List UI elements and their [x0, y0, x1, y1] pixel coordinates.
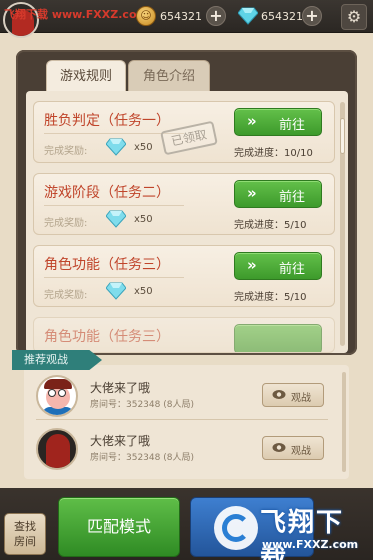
logo-url: www.FXXZ.com [262, 538, 359, 551]
diamond-reward-icon [106, 282, 126, 300]
diamond-reward-icon [106, 138, 126, 156]
find-room-label-2: 房间 [14, 535, 36, 548]
coin-balance: 654321 [160, 10, 202, 23]
task-title: 角色功能（任务三） [44, 257, 170, 273]
double-chevron-icon: » [247, 184, 257, 202]
watch-button[interactable]: 观战 [262, 436, 324, 460]
spectate-row: 大佬来了哦 房间号：352348 (8人局) 观战 [30, 373, 332, 423]
double-chevron-icon: » [247, 256, 257, 274]
match-mode-button[interactable]: 匹配模式 [58, 497, 180, 557]
avatar [36, 375, 78, 417]
go-label: 前往 [279, 118, 306, 133]
task-card: 胜负判定（任务一） 完成奖励: x50 已领取 » 前往 完成进度：10/10 [33, 101, 335, 163]
player-name: 大佬来了哦 [90, 381, 151, 395]
divider [44, 277, 184, 278]
go-button[interactable]: » 前往 [234, 108, 322, 136]
task-title: 胜负判定（任务一） [44, 113, 170, 129]
watermark-text: 飞翔下载 www.FXXZ.com [4, 8, 148, 21]
divider [44, 205, 184, 206]
diamond-balance: 654321 [261, 10, 303, 23]
task-title: 角色功能（任务三） [44, 329, 170, 345]
go-label: 前往 [279, 190, 306, 205]
recommend-scrollbar[interactable] [342, 372, 346, 472]
reward-count: x50 [134, 286, 153, 297]
task-card: 角色功能（任务三） [33, 317, 335, 353]
double-chevron-icon: » [247, 112, 257, 130]
task-title: 游戏阶段（任务二） [44, 185, 170, 201]
add-coins-button[interactable]: + [206, 6, 226, 26]
diamond-reward-icon [106, 210, 126, 228]
reward-label: 完成奖励: [44, 146, 88, 157]
reward-label: 完成奖励: [44, 290, 88, 301]
tab-game-rules[interactable]: 游戏规则 [46, 60, 126, 92]
watch-label: 观战 [291, 446, 311, 457]
find-room-label-1: 查找 [14, 520, 36, 533]
go-label: 前往 [279, 262, 306, 277]
task-card: 角色功能（任务三） 完成奖励: x50 » 前往 完成进度：5/10 [33, 245, 335, 307]
site-logo-watermark: 飞翔下载 www.FXXZ.com [214, 500, 370, 560]
hooded-figure-icon [46, 434, 70, 468]
reward-label: 完成奖励: [44, 218, 88, 229]
reward-count: x50 [134, 214, 153, 225]
task-card: 游戏阶段（任务二） 完成奖励: x50 » 前往 完成进度：5/10 [33, 173, 335, 235]
watch-button[interactable]: 观战 [262, 383, 324, 407]
eye-icon [272, 443, 286, 452]
spectate-row: 大佬来了哦 房间号：352348 (8人局) 观战 [30, 426, 332, 476]
task-progress: 完成进度：5/10 [234, 292, 307, 303]
go-button[interactable]: » 前往 [234, 180, 322, 208]
reward-count: x50 [134, 142, 153, 153]
eye-icon [272, 390, 286, 399]
divider [36, 419, 328, 420]
settings-gear-icon[interactable]: ⚙ [341, 4, 367, 30]
logo-text: 飞翔下载 [260, 508, 345, 560]
avatar-hair [44, 379, 72, 389]
add-diamonds-button[interactable]: + [302, 6, 322, 26]
go-button[interactable] [234, 324, 322, 352]
find-room-button[interactable]: 查找 房间 [4, 513, 46, 555]
task-progress: 完成进度：10/10 [234, 148, 313, 159]
avatar [36, 428, 78, 470]
avatar-eye [58, 389, 66, 397]
room-info: 房间号：352348 (8人局) [90, 400, 194, 410]
avatar-eye [48, 389, 56, 397]
logo-swirl-icon [222, 514, 250, 542]
diamond-icon [238, 7, 258, 25]
gold-coin-icon: ☺ [136, 6, 156, 26]
task-scrollbar-thumb[interactable] [340, 118, 345, 154]
recommend-tag: 推荐观战 [12, 350, 102, 370]
tab-role-intro[interactable]: 角色介绍 [128, 60, 210, 92]
task-progress: 完成进度：5/10 [234, 220, 307, 231]
watch-label: 观战 [291, 393, 311, 404]
go-button[interactable]: » 前往 [234, 252, 322, 280]
player-name: 大佬来了哦 [90, 434, 151, 448]
room-info: 房间号：352348 (8人局) [90, 453, 194, 463]
